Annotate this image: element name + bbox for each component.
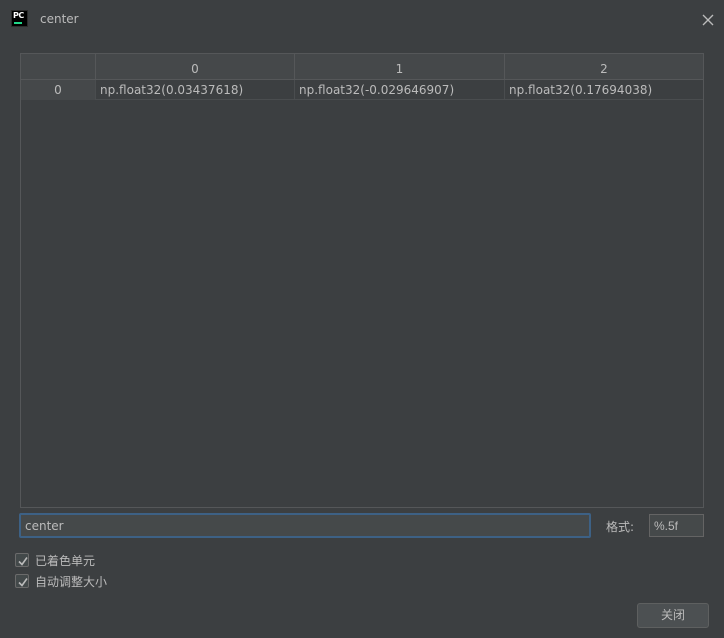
- column-header-2[interactable]: 2: [505, 54, 703, 79]
- checkmark-icon: [18, 578, 28, 587]
- auto-resize-checkbox[interactable]: [15, 574, 29, 588]
- data-table[interactable]: 0 1 2 0 np.float32(0.03437618) np.float3…: [20, 53, 704, 508]
- format-input[interactable]: [649, 514, 704, 537]
- format-label: 格式:: [606, 520, 635, 534]
- colored-cells-checkbox[interactable]: [15, 553, 29, 567]
- table-row[interactable]: 0 np.float32(0.03437618) np.float32(-0.0…: [21, 80, 703, 100]
- auto-resize-label: 自动调整大小: [35, 574, 108, 589]
- colored-cells-label: 已着色单元: [35, 553, 96, 568]
- table-cell[interactable]: np.float32(0.17694038): [505, 80, 703, 100]
- row-index: 0: [21, 80, 96, 100]
- window-title: center: [40, 12, 79, 26]
- column-header-1[interactable]: 1: [295, 54, 505, 79]
- checkmark-icon: [18, 557, 28, 566]
- table-cell[interactable]: np.float32(0.03437618): [96, 80, 295, 100]
- table-header: 0 1 2: [21, 54, 703, 80]
- table-cell[interactable]: np.float32(-0.029646907): [295, 80, 505, 100]
- close-button[interactable]: 关闭: [637, 603, 709, 628]
- row-index-header: [21, 54, 96, 79]
- colored-cells-option[interactable]: 已着色单元: [15, 552, 95, 568]
- title-bar: PC center: [0, 0, 724, 38]
- expression-input[interactable]: [19, 513, 591, 538]
- close-icon[interactable]: [700, 12, 716, 28]
- pycharm-icon: PC: [11, 10, 28, 27]
- column-header-0[interactable]: 0: [96, 54, 295, 79]
- auto-resize-option[interactable]: 自动调整大小: [15, 573, 107, 589]
